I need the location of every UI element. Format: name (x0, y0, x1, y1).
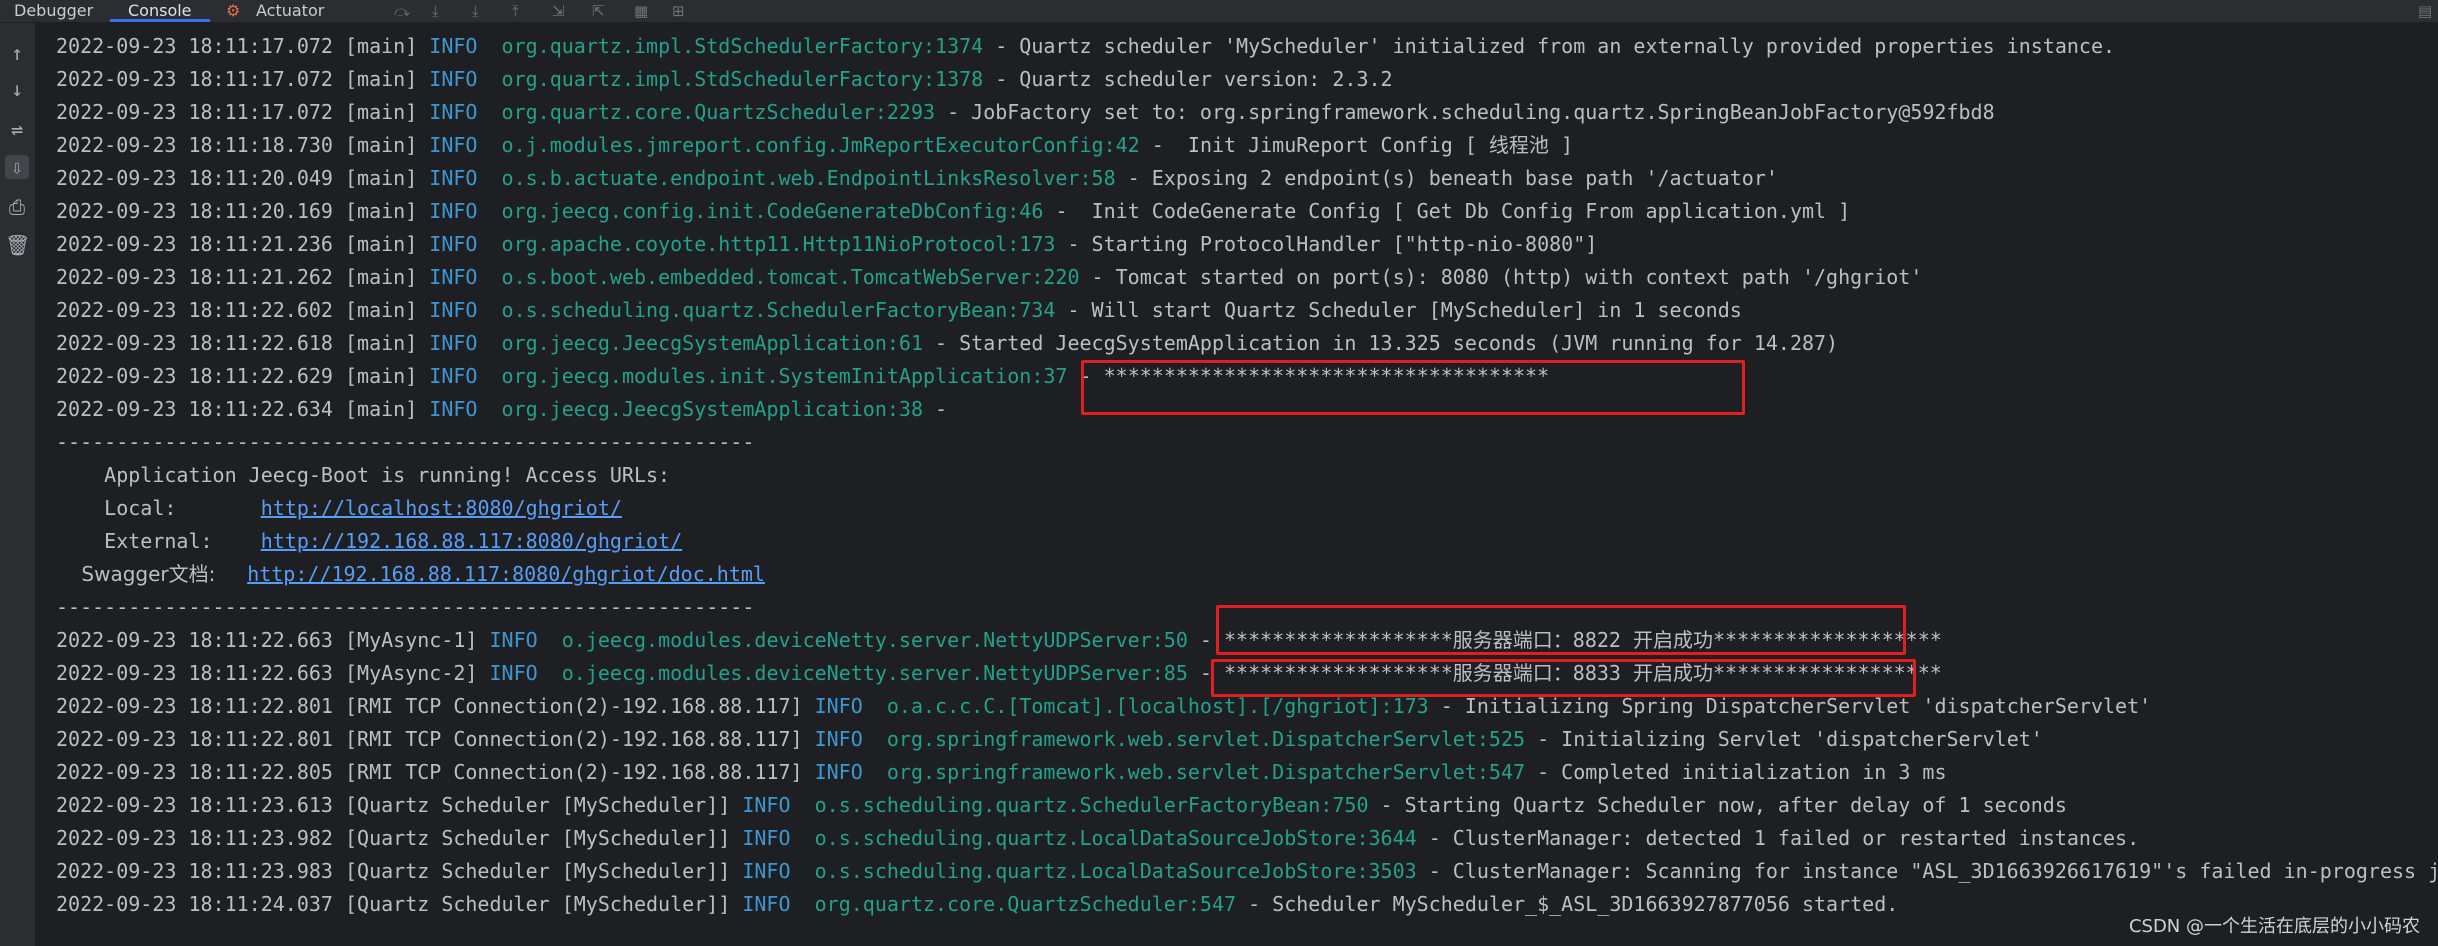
highlight-box (1216, 605, 1906, 655)
active-tab-indicator (110, 19, 210, 22)
tab-debugger[interactable]: Debugger (14, 0, 93, 22)
tool-window-tabbar: Debugger Console ⚙ Actuator ⤼ ⤓ ⤓ ⤒ ⇲ ⇱ … (0, 0, 2438, 23)
step-over-icon[interactable]: ⤼ (394, 1, 410, 21)
banner-swagger: Swagger文档: http://192.168.88.117:8080/gh… (56, 562, 765, 586)
console-output[interactable]: 2022-09-23 18:11:17.072 [main] INFO org.… (36, 23, 2438, 946)
table-icon[interactable]: ▦ (634, 1, 648, 21)
step-out-icon[interactable]: ⤒ (512, 1, 519, 21)
external-url-link[interactable]: http://192.168.88.117:8080/ghgriot/ (261, 529, 682, 553)
banner-local: Local: http://localhost:8080/ghgriot/ (56, 496, 622, 520)
banner-external: External: http://192.168.88.117:8080/ghg… (56, 529, 683, 553)
banner-title: Application Jeecg-Boot is running! Acces… (56, 463, 671, 487)
clear-icon[interactable]: 🗑 (5, 233, 30, 257)
log-line: 2022-09-23 18:11:20.169 [main] INFO org.… (56, 199, 1851, 223)
tab-actuator[interactable]: Actuator (256, 0, 324, 22)
highlight-box (1081, 360, 1745, 415)
actuator-icon: ⚙ (226, 1, 241, 20)
log-line: 2022-09-23 18:11:18.730 [main] INFO o.j.… (56, 133, 1574, 157)
log-line: 2022-09-23 18:11:22.801 [RMI TCP Connect… (56, 727, 2043, 751)
log-line: 2022-09-23 18:11:17.072 [main] INFO org.… (56, 34, 2116, 58)
csdn-watermark: CSDN @一个生活在底层的小小码农 (2128, 916, 2420, 937)
banner-divider: ----------------------------------------… (56, 430, 755, 454)
layout-icon[interactable]: ⊞ (672, 1, 685, 21)
log-line: 2022-09-23 18:11:23.613 [Quartz Schedule… (56, 793, 2067, 817)
evaluate-icon[interactable]: ⇱ (592, 1, 605, 21)
log-line: 2022-09-23 18:11:22.634 [main] INFO org.… (56, 397, 948, 421)
log-line: 2022-09-23 18:11:22.805 [RMI TCP Connect… (56, 760, 1947, 784)
log-line: 2022-09-23 18:11:23.983 [Quartz Schedule… (56, 859, 2438, 883)
banner-divider: ----------------------------------------… (56, 595, 755, 619)
log-line: 2022-09-23 18:11:22.602 [main] INFO o.s.… (56, 298, 1742, 322)
highlight-box (1211, 659, 1916, 697)
swagger-url-link[interactable]: http://192.168.88.117:8080/ghgriot/doc.h… (247, 562, 765, 586)
local-url-link[interactable]: http://localhost:8080/ghgriot/ (261, 496, 622, 520)
console-side-toolbar: ↑ ↓ ⇌ ⇩ ⎙ 🗑 (0, 23, 36, 946)
log-line: 2022-09-23 18:11:21.236 [main] INFO org.… (56, 232, 1598, 256)
force-step-into-icon[interactable]: ⤓ (472, 1, 479, 21)
print-icon[interactable]: ⎙ (5, 195, 29, 219)
log-line: 2022-09-23 18:11:23.982 [Quartz Schedule… (56, 826, 2140, 850)
scroll-to-end-icon[interactable]: ⇩ (5, 155, 29, 179)
log-line: 2022-09-23 18:11:17.072 [main] INFO org.… (56, 67, 1393, 91)
settings-icon[interactable]: ▤ (2418, 1, 2432, 21)
run-to-cursor-icon[interactable]: ⇲ (552, 1, 565, 21)
log-line: 2022-09-23 18:11:24.037 [Quartz Schedule… (56, 892, 1899, 916)
step-into-icon[interactable]: ⤓ (432, 1, 439, 21)
log-line: 2022-09-23 18:11:22.618 [main] INFO org.… (56, 331, 1839, 355)
log-line: 2022-09-23 18:11:17.072 [main] INFO org.… (56, 100, 1995, 124)
log-line: 2022-09-23 18:11:20.049 [main] INFO o.s.… (56, 166, 1778, 190)
scroll-down-icon[interactable]: ↓ (5, 77, 29, 101)
soft-wrap-icon[interactable]: ⇌ (5, 117, 29, 141)
log-line: 2022-09-23 18:11:21.262 [main] INFO o.s.… (56, 265, 1923, 289)
scroll-up-icon[interactable]: ↑ (5, 41, 29, 65)
